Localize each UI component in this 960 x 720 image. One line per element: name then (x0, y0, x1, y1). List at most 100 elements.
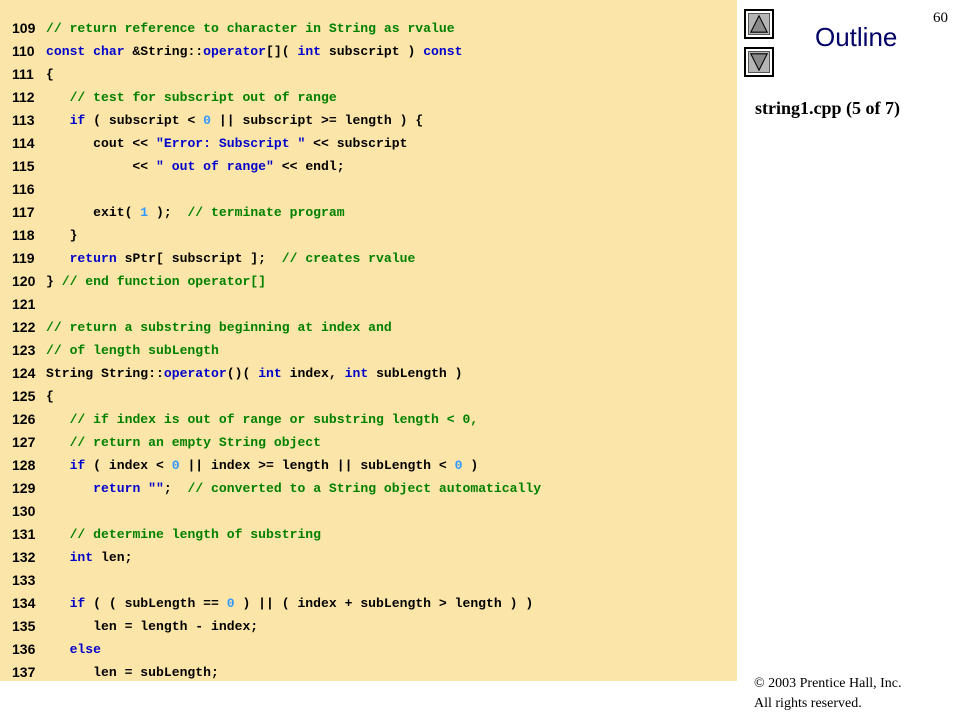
line-number: 133 (12, 572, 36, 588)
code-token: << endl; (273, 159, 345, 174)
line-number: 132 (12, 549, 36, 565)
code-token: " out of range" (156, 159, 274, 174)
code-token: << subscript (305, 136, 408, 151)
code-text: len = subLength; (46, 661, 219, 684)
code-token: ) (462, 458, 479, 473)
line-number: 134 (12, 595, 36, 611)
code-text: // return a substring beginning at index… (46, 316, 392, 339)
previous-slide-button[interactable] (744, 9, 774, 39)
code-text: const char &String::operator[]( int subs… (46, 40, 463, 63)
line-number: 135 (12, 618, 36, 634)
code-text: int len; (46, 546, 133, 569)
code-text: } // end function operator[] (46, 270, 266, 293)
code-token: int (258, 366, 282, 381)
code-token: ) || ( index + subLength > length ) ) (234, 596, 534, 611)
line-number: 129 (12, 480, 36, 496)
line-number: 125 (12, 388, 36, 404)
code-text: << " out of range" << endl; (46, 155, 345, 178)
code-text: } (46, 224, 78, 247)
triangle-up-icon (749, 14, 769, 33)
code-text: return ""; // converted to a String obje… (46, 477, 541, 500)
code-token: // return a substring beginning at index… (46, 320, 392, 335)
file-label: string1.cpp (5 of 7) (755, 98, 900, 118)
code-token: // converted to a String object automati… (187, 481, 542, 496)
line-number: 118 (12, 227, 35, 243)
code-token: ( ( subLength == (85, 596, 227, 611)
code-token: // test for subscript out of range (69, 90, 337, 105)
line-number: 116 (12, 181, 35, 197)
code-token: "" (148, 481, 164, 496)
line-number: 137 (12, 664, 36, 680)
code-token: // return reference to character in Stri… (46, 21, 455, 36)
code-text: // test for subscript out of range (46, 86, 337, 109)
code-token: ); (148, 205, 188, 220)
line-number: 119 (12, 250, 35, 266)
code-token: int (69, 550, 94, 565)
line-number: 111 (12, 66, 34, 82)
code-token: const (423, 44, 463, 59)
code-token: { (46, 67, 54, 82)
code-token: len; (93, 550, 133, 565)
outline-title[interactable]: Outline (815, 22, 897, 53)
code-text: if ( index < 0 || index >= length || sub… (46, 454, 479, 477)
code-token: operator (203, 44, 267, 59)
code-text: if ( subscript < 0 || subscript >= lengt… (46, 109, 424, 132)
line-number: 123 (12, 342, 36, 358)
line-number: 124 (12, 365, 36, 381)
code-token: &String:: (124, 44, 204, 59)
code-text: // if index is out of range or substring… (46, 408, 479, 431)
code-token: if (69, 596, 86, 611)
code-token: index, (281, 366, 345, 381)
code-token: return (93, 481, 141, 496)
line-number: 136 (12, 641, 36, 657)
code-token: []( (266, 44, 298, 59)
line-number: 113 (12, 112, 35, 128)
code-token: if (69, 113, 86, 128)
code-token: cout << (46, 136, 157, 151)
code-token: } (46, 228, 78, 243)
line-number: 128 (12, 457, 36, 473)
next-slide-button[interactable] (744, 47, 774, 77)
code-text: { (46, 63, 54, 86)
line-number: 130 (12, 503, 36, 519)
line-number: 115 (12, 158, 35, 174)
code-token: "Error: Subscript " (156, 136, 306, 151)
slide-number: 60 (933, 10, 948, 26)
line-number: 126 (12, 411, 36, 427)
code-token: // creates rvalue (281, 251, 416, 266)
line-number: 110 (12, 43, 35, 59)
code-token: // of length subLength (46, 343, 219, 358)
code-text: // of length subLength (46, 339, 219, 362)
code-token: operator (163, 366, 227, 381)
code-token: int (297, 44, 322, 59)
triangle-down-icon (749, 53, 769, 72)
code-token: subscript ) (321, 44, 424, 59)
code-token: String String:: (46, 366, 164, 381)
code-token: sPtr[ subscript ]; (116, 251, 282, 266)
code-token: len = length - index; (46, 619, 259, 634)
code-token: ()( (226, 366, 259, 381)
line-number: 109 (12, 20, 36, 36)
code-token: } (46, 274, 62, 289)
code-text: else (46, 638, 101, 661)
line-number: 122 (12, 319, 36, 335)
line-number: 127 (12, 434, 36, 450)
code-token: // return an empty String object (69, 435, 322, 450)
code-text: { (46, 385, 54, 408)
code-token: return (69, 251, 117, 266)
line-number: 114 (12, 135, 35, 151)
code-text: return sPtr[ subscript ]; // creates rva… (46, 247, 416, 270)
code-token: ( index < (85, 458, 172, 473)
code-token: { (46, 389, 54, 404)
code-token: const char (46, 44, 125, 59)
